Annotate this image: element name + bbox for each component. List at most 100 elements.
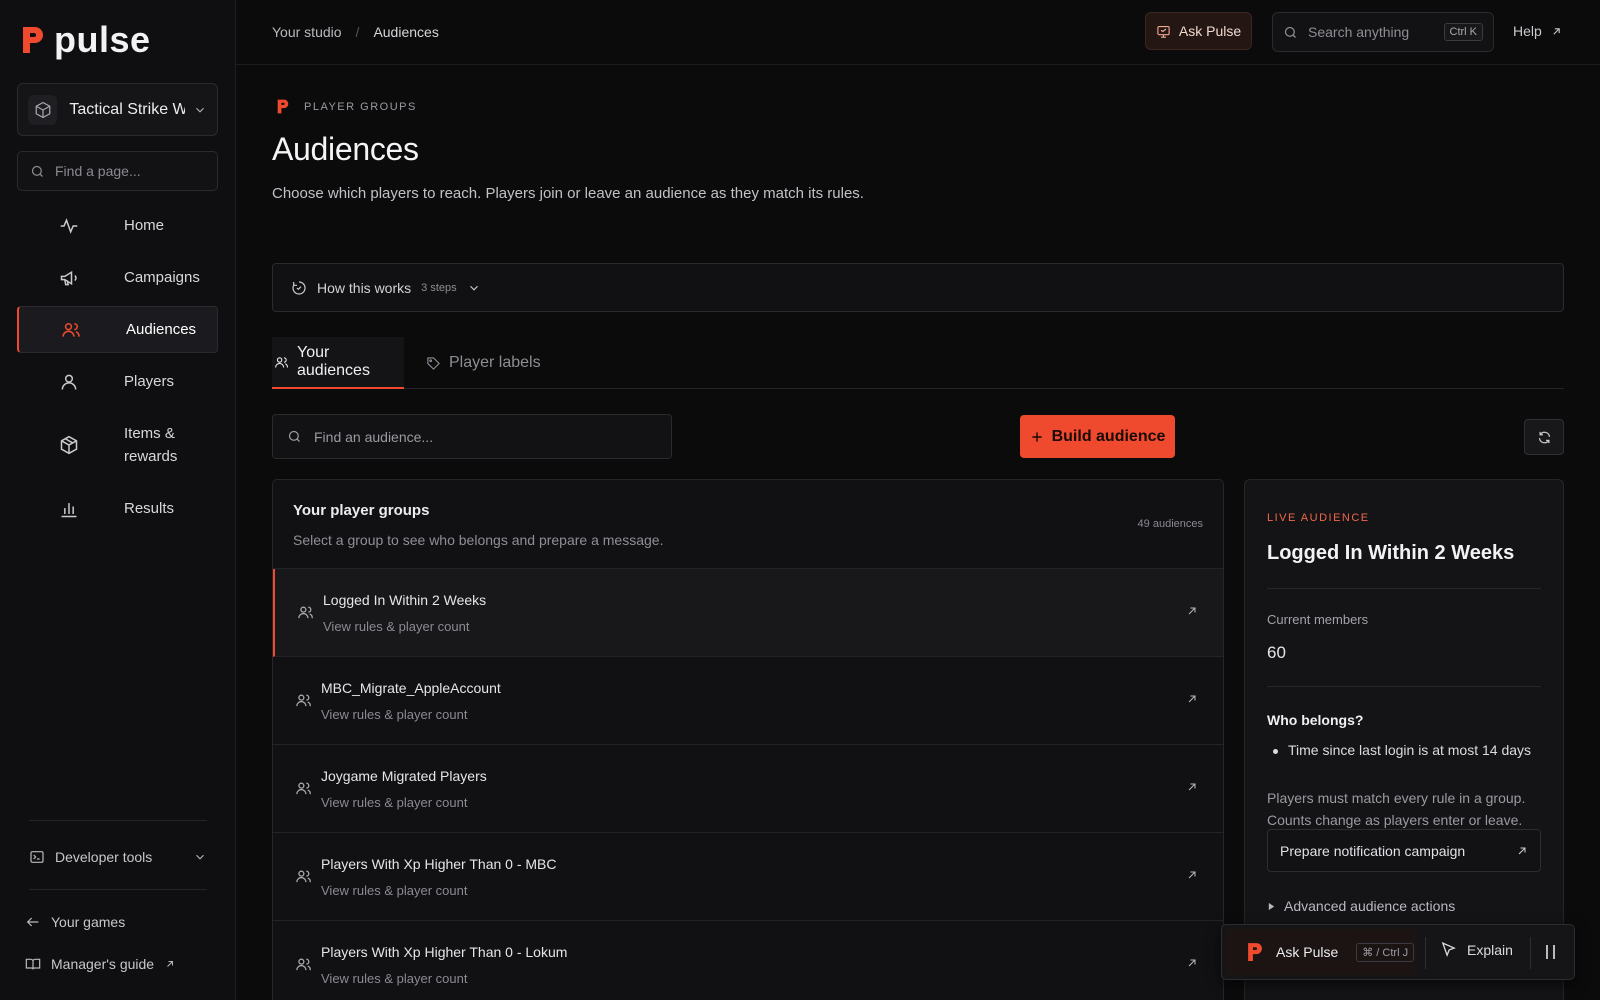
pulse-mark-icon	[1248, 943, 1262, 961]
external-link-icon	[164, 958, 176, 970]
advanced-actions-toggle[interactable]: Advanced audience actions	[1267, 898, 1455, 914]
audience-row-subtitle: View rules & player count	[321, 971, 468, 986]
users-icon	[295, 956, 312, 973]
your-games-label: Your games	[51, 914, 126, 930]
audience-search-input[interactable]	[314, 428, 644, 445]
sidebar: pulse Tactical Strike W Home Campaigns	[0, 0, 236, 1000]
bar-chart-icon	[59, 499, 79, 519]
nav-item-campaigns[interactable]: Campaigns	[17, 254, 218, 301]
sidebar-divider	[29, 820, 207, 821]
how-this-works-toggle[interactable]: How this works 3 steps	[272, 263, 1564, 312]
nav-label: Audiences	[126, 321, 197, 338]
live-audience-label: LIVE AUDIENCE	[1267, 512, 1370, 524]
page-search	[17, 151, 218, 191]
detail-divider	[1267, 686, 1541, 687]
nav-item-results[interactable]: Results	[17, 485, 218, 532]
arrow-up-right-icon[interactable]	[1186, 781, 1198, 793]
plus-icon	[1030, 430, 1044, 444]
breadcrumb-current: Audiences	[373, 24, 439, 40]
developer-tools-label: Developer tools	[55, 849, 153, 865]
your-games-link[interactable]: Your games	[25, 914, 125, 930]
audience-row[interactable]: Players With Xp Higher Than 0 - Lokum Vi…	[273, 921, 1223, 1000]
users-icon	[295, 692, 312, 709]
arrow-up-right-icon[interactable]	[1186, 957, 1198, 969]
pulse-logo[interactable]: pulse	[20, 22, 151, 58]
top-bar: Your studio / Audiences Ask Pulse Ctrl K…	[236, 0, 1600, 65]
ask-pulse-button[interactable]: Ask Pulse	[1145, 12, 1252, 50]
help-link[interactable]: Help	[1513, 23, 1563, 39]
audience-row-title: MBC_Migrate_AppleAccount	[321, 680, 501, 696]
audience-search	[272, 414, 672, 459]
audience-row-title: Logged In Within 2 Weeks	[323, 592, 487, 608]
arrow-up-right-icon[interactable]	[1186, 693, 1198, 705]
nav-item-audiences[interactable]: Audiences	[17, 306, 218, 353]
breadcrumb-studio[interactable]: Your studio	[272, 24, 342, 40]
tab-label: Your audiences	[297, 344, 370, 379]
audience-detail-title: Logged In Within 2 Weeks	[1267, 542, 1515, 564]
pulse-mark-icon	[277, 99, 289, 114]
audience-detail-panel: LIVE AUDIENCE Logged In Within 2 Weeks C…	[1244, 479, 1564, 1000]
float-divider	[1425, 937, 1426, 969]
who-belongs-title: Who belongs?	[1267, 712, 1364, 728]
how-this-works-label: How this works	[317, 279, 412, 296]
project-switcher[interactable]: Tactical Strike W	[17, 83, 218, 136]
global-search: Ctrl K	[1272, 12, 1494, 52]
caret-right-icon	[1267, 902, 1276, 911]
audience-row-subtitle: View rules & player count	[321, 707, 468, 722]
external-link-icon	[1550, 25, 1563, 38]
audience-row-title: Players With Xp Higher Than 0 - MBC	[321, 856, 557, 872]
advanced-actions-label: Advanced audience actions	[1284, 898, 1456, 914]
player-groups-title: Your player groups	[293, 502, 430, 519]
arrow-up-right-icon	[1516, 845, 1528, 857]
nav-item-players[interactable]: Players	[17, 358, 218, 405]
global-search-input[interactable]	[1308, 24, 1428, 40]
arrow-up-right-icon[interactable]	[1186, 605, 1198, 617]
audience-row-title: Joygame Migrated Players	[321, 768, 487, 784]
float-ask-pulse-button[interactable]: Ask Pulse ⌘ / Ctrl J	[1226, 929, 1416, 975]
assistant-icon	[1156, 24, 1171, 39]
nav-label: Items & rewards	[124, 425, 178, 465]
chevron-down-icon	[193, 103, 207, 117]
page-search-input[interactable]	[55, 163, 205, 179]
developer-tools-toggle[interactable]: Developer tools	[29, 845, 207, 869]
book-icon	[25, 956, 41, 972]
audience-row-subtitle: View rules & player count	[323, 619, 470, 634]
assistant-floating-bar: Ask Pulse ⌘ / Ctrl J Explain	[1221, 924, 1575, 980]
users-icon	[297, 604, 314, 621]
audience-row[interactable]: Players With Xp Higher Than 0 - MBC View…	[273, 833, 1223, 921]
prepare-notification-button[interactable]: Prepare notification campaign	[1267, 829, 1541, 872]
audience-row[interactable]: Joygame Migrated Players View rules & pl…	[273, 745, 1223, 833]
users-icon	[61, 320, 81, 340]
search-icon	[287, 429, 302, 444]
cube-icon	[28, 94, 58, 125]
explain-button[interactable]: Explain	[1440, 941, 1513, 958]
project-name: Tactical Strike W	[69, 100, 185, 118]
help-label: Help	[1513, 23, 1542, 39]
steps-icon	[291, 280, 307, 296]
tag-icon	[426, 356, 441, 371]
refresh-button[interactable]	[1524, 419, 1564, 455]
how-this-works-steps: 3 steps	[421, 281, 457, 294]
audience-rule: Time since last login is at most 14 days	[1288, 742, 1532, 758]
page-title: Audiences	[272, 131, 419, 167]
nav-item-home[interactable]: Home	[17, 202, 218, 249]
nav-label: Results	[124, 500, 175, 517]
build-audience-button[interactable]: Build audience	[1020, 415, 1175, 458]
users-icon	[274, 355, 289, 370]
rule-bullet	[1273, 749, 1278, 754]
audience-row[interactable]: Logged In Within 2 Weeks View rules & pl…	[273, 569, 1223, 657]
explain-label: Explain	[1467, 941, 1513, 958]
nav-label: Players	[124, 373, 175, 390]
refresh-icon	[1537, 430, 1552, 445]
user-icon	[59, 372, 79, 392]
current-members-label: Current members	[1267, 612, 1369, 627]
users-icon	[295, 868, 312, 885]
pause-icon[interactable]	[1544, 943, 1558, 961]
managers-guide-link[interactable]: Manager's guide	[25, 956, 176, 972]
nav-item-items-rewards[interactable]: Items & rewards	[17, 410, 218, 480]
arrow-up-right-icon[interactable]	[1186, 869, 1198, 881]
tab-player-labels[interactable]: Player labels	[426, 337, 541, 389]
tab-your-audiences[interactable]: Your audiences	[272, 337, 404, 389]
audience-row[interactable]: MBC_Migrate_AppleAccount View rules & pl…	[273, 657, 1223, 745]
audience-tabs: Your audiences Player labels	[272, 337, 1564, 389]
